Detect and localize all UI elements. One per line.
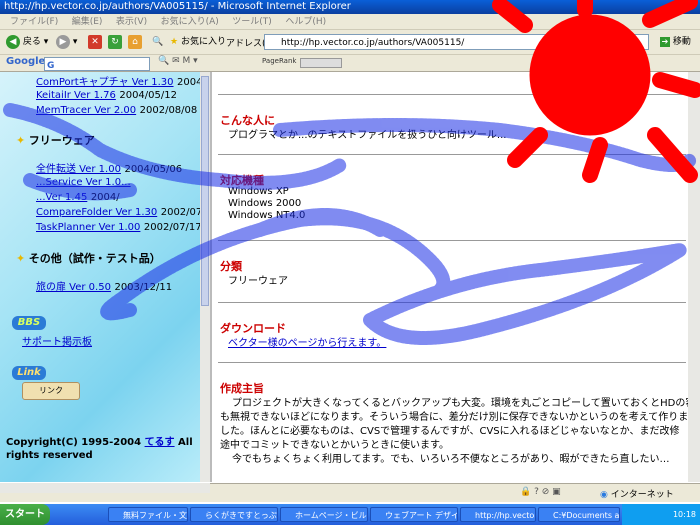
bbs-badge: BBS	[12, 316, 46, 330]
zone-text: ◉ インターネット	[600, 487, 674, 500]
favorites-star-icon: ★	[170, 37, 179, 47]
search-icon: 🔍	[152, 37, 164, 47]
forward-button[interactable]: ▶ ▾	[56, 33, 77, 51]
task-button-6[interactable]: C:¥Documents a...	[538, 507, 620, 522]
divider	[218, 154, 686, 155]
task-button-3[interactable]: ホームページ・ビル...	[280, 507, 368, 522]
left-horizontal-scrollbar[interactable]	[0, 483, 210, 493]
date-ver145: 2004/	[90, 192, 120, 203]
pagerank-label: PageRank	[262, 57, 297, 65]
stop-button[interactable]: ✕	[88, 33, 102, 51]
start-button[interactable]: スタート	[0, 504, 50, 525]
status-icons: 🔒 ? ⊘ ▣	[520, 487, 561, 497]
back-label: 戻る	[22, 37, 41, 47]
star-icon: ✦	[16, 134, 26, 147]
divider	[218, 240, 686, 241]
date-tabinotobira: 2003/12/11	[114, 282, 173, 293]
task-button-2[interactable]: らくがきですとっぷ...	[190, 507, 278, 522]
menu-file[interactable]: ファイル(F)	[10, 15, 58, 30]
link-comparefolder[interactable]: CompareFolder Ver 1.30	[36, 207, 157, 218]
copyright-text: Copyright(C) 1995-2004	[6, 437, 142, 448]
right-scrollbar[interactable]	[688, 72, 700, 482]
back-button[interactable]: ◀ 戻る ▾	[6, 33, 48, 51]
home-icon: ⌂	[128, 34, 142, 49]
google-search-input[interactable]: G	[44, 57, 150, 71]
google-icons: 🔍 ✉ M ▾	[158, 56, 198, 66]
clock: 10:18	[672, 510, 696, 519]
link-ver145[interactable]: ...Ver 1.45	[36, 192, 87, 203]
left-frame: ComPortキャプチャ Ver 1.30 2004/ KeitaiIr Ver…	[0, 72, 210, 482]
google-g-icon: G	[47, 61, 55, 71]
link-taskplanner[interactable]: TaskPlanner Ver 1.00	[36, 222, 140, 233]
back-arrow-icon: ◀	[6, 34, 20, 49]
purpose-line-5: 今でもちょくちょく利用してます。でも、いろいろ不便なところがあり、暇ができたら直…	[232, 454, 670, 465]
menu-help[interactable]: ヘルプ(H)	[285, 15, 326, 30]
link-memtracer[interactable]: MemTracer Ver 2.00	[36, 105, 136, 116]
menu-view[interactable]: 表示(V)	[116, 15, 147, 30]
refresh-button[interactable]: ↻	[108, 33, 122, 51]
pagerank-bar	[300, 58, 342, 68]
category-text: フリーウェア	[228, 276, 288, 287]
divider	[218, 362, 686, 363]
menu-favorites[interactable]: お気に入り(A)	[161, 15, 219, 30]
system-tray: 10:18	[622, 504, 700, 525]
date-zenken: 2004/05/06	[124, 164, 183, 175]
link-badge: Link	[12, 366, 46, 380]
menu-edit[interactable]: 編集(E)	[72, 15, 103, 30]
date-memtracer: 2002/08/08	[139, 105, 198, 116]
google-logo: Google	[6, 56, 46, 67]
menu-tools[interactable]: ツール(T)	[232, 15, 272, 30]
go-button[interactable]: ➔ 移動	[660, 34, 691, 50]
address-input[interactable]: http://hp.vector.co.jp/authors/VA005115/	[264, 34, 649, 50]
link-bbs[interactable]: サポート掲示板	[22, 337, 92, 348]
link-comport[interactable]: ComPortキャプチャ Ver 1.30	[36, 77, 174, 88]
star-icon: ✦	[16, 252, 26, 265]
search-button[interactable]: 🔍	[152, 33, 163, 51]
right-frame: こんな人に プログラマとか...のテキストファイルを扱うひと向けツール... 対…	[210, 72, 690, 482]
link-service[interactable]: ...Service Ver 1.0...	[36, 177, 131, 188]
favorites-label: お気に入り	[180, 37, 226, 47]
date-comparefolder: 2002/07/	[160, 207, 206, 218]
download-link[interactable]: ベクター様のページから行えます。	[228, 338, 386, 349]
target-users-text: プログラマとか...のテキストファイルを扱うひと向けツール...	[228, 130, 507, 141]
task-button-1[interactable]: 無料ファイル・文...	[108, 507, 188, 522]
link-tabinotobira[interactable]: 旅の扉 Ver 0.50	[36, 282, 111, 293]
task-button-4[interactable]: ウェブアート デザイ...	[370, 507, 458, 522]
link-button[interactable]: リンク	[22, 382, 80, 400]
refresh-icon: ↻	[108, 34, 122, 49]
other-title: その他（試作・テスト品）	[28, 252, 161, 265]
date-taskplanner: 2002/07/17	[143, 222, 202, 233]
author-link[interactable]: てるす	[145, 437, 175, 448]
purpose-line-3: した。ほんとに必要なものは、CVSで管理するんですが、CVSに入れるほどじゃない…	[220, 426, 680, 437]
freeware-title: フリーウェア	[28, 134, 95, 147]
zone-label: インターネット	[610, 490, 674, 500]
platform-2000: Windows 2000	[228, 198, 302, 209]
task-button-5[interactable]: http://hp.vector.co...	[460, 507, 536, 522]
go-label: 移動	[672, 37, 691, 47]
date-keitaiir: 2004/05/12	[119, 90, 177, 101]
go-arrow-icon: ➔	[660, 37, 670, 47]
home-button[interactable]: ⌂	[128, 33, 142, 51]
purpose-line-2: も無視できないほどになります。そういう場合に、差分だけ別に保存できないかというの…	[220, 412, 689, 423]
menu-bar: ファイル(F) 編集(E) 表示(V) お気に入り(A) ツール(T) ヘルプ(…	[0, 14, 700, 30]
purpose-line-1: プロジェクトが大きくなってくるとバックアップも大変。環境を丸ごとコピーして置いて…	[232, 398, 690, 409]
forward-arrow-icon: ▶	[56, 34, 70, 49]
platform-xp: Windows XP	[228, 186, 289, 197]
link-keitaiir[interactable]: KeitaiIr Ver 1.76	[36, 90, 116, 101]
window-title: http://hp.vector.co.jp/authors/VA005115/…	[0, 0, 700, 14]
platform-nt4: Windows NT4.0	[228, 210, 306, 221]
favorites-button[interactable]: ★ お気に入り	[170, 33, 226, 51]
divider	[218, 94, 686, 95]
purpose-line-4: 途中でコミットできないとかいうときに使います。	[220, 440, 449, 451]
stop-icon: ✕	[88, 34, 102, 49]
globe-icon: ◉	[600, 490, 608, 500]
left-scrollbar-thumb[interactable]	[201, 76, 209, 306]
divider	[218, 302, 686, 303]
link-zenken[interactable]: 全件転送 Ver 1.00	[36, 164, 121, 175]
